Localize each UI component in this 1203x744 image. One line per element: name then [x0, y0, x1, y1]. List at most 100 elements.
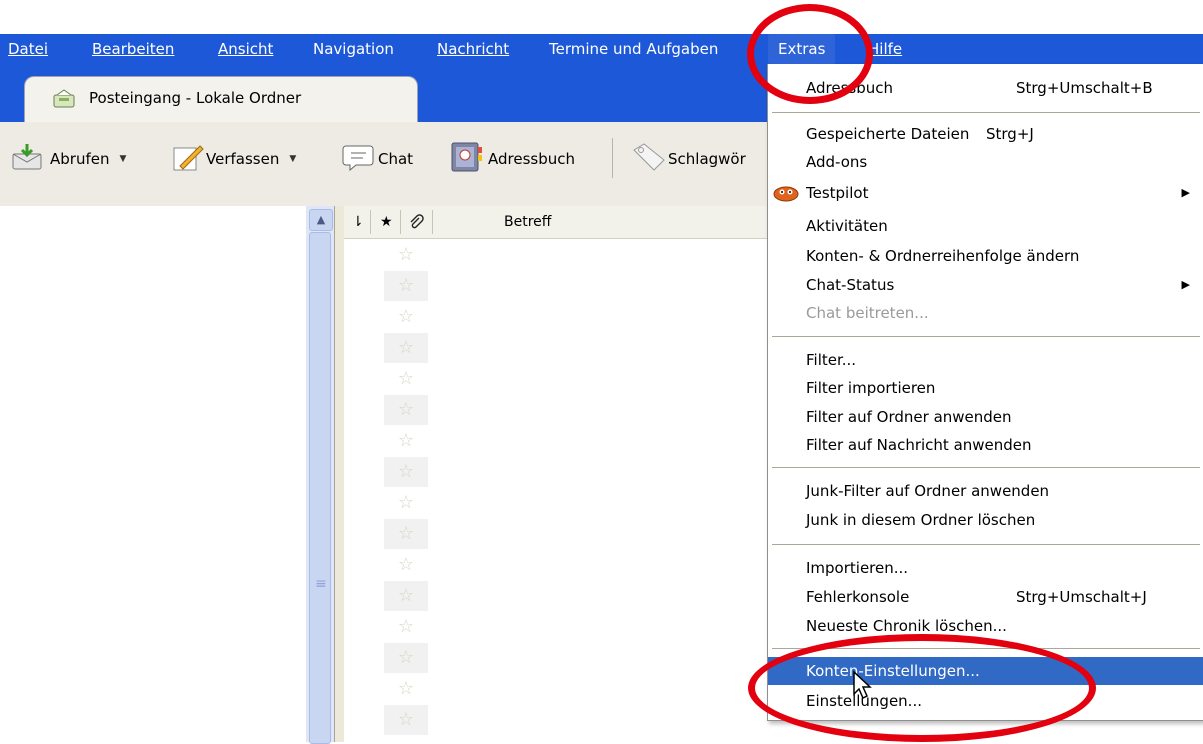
table-row[interactable]: ☆: [344, 674, 768, 704]
star-icon[interactable]: ☆: [384, 643, 428, 673]
menu-item-shortcut: Strg+J: [986, 125, 1034, 143]
menu-item-label: Add-ons: [806, 153, 868, 171]
table-row[interactable]: ☆: [344, 519, 768, 549]
address-book-button[interactable]: Adressbuch: [450, 142, 575, 176]
menu-item-add-ons[interactable]: Add-ons: [768, 148, 1203, 176]
menu-item-importieren[interactable]: Importieren...: [768, 554, 1203, 582]
star-icon[interactable]: ☆: [384, 426, 428, 456]
star-icon[interactable]: ☆: [384, 333, 428, 363]
star-icon[interactable]: ☆: [384, 581, 428, 611]
menu-bearbeiten[interactable]: Bearbeiten: [92, 34, 174, 64]
star-icon[interactable]: ☆: [384, 674, 428, 704]
menu-item-filter-auf-nachricht[interactable]: Filter auf Nachricht anwenden: [768, 431, 1203, 459]
menu-termine-und-aufgaben[interactable]: Termine und Aufgaben: [549, 34, 718, 64]
column-header: ⇂ ★ Betreff: [344, 206, 768, 239]
star-icon[interactable]: ☆: [384, 705, 428, 735]
get-messages-button[interactable]: Abrufen ▼: [10, 142, 126, 176]
tag-label: Schlagwör: [668, 150, 746, 168]
write-dropdown-icon[interactable]: ▼: [289, 154, 296, 164]
star-icon[interactable]: ☆: [384, 302, 428, 332]
table-row[interactable]: ☆: [344, 426, 768, 456]
chat-icon: [342, 142, 374, 176]
menu-navigation[interactable]: Navigation: [313, 34, 394, 64]
menu-ansicht[interactable]: Ansicht: [218, 34, 273, 64]
star-icon[interactable]: ☆: [384, 550, 428, 580]
menu-item-filter-auf-ordner[interactable]: Filter auf Ordner anwenden: [768, 403, 1203, 431]
menu-separator: [772, 544, 1200, 545]
write-icon: [170, 142, 204, 176]
menu-item-junk-loeschen[interactable]: Junk in diesem Ordner löschen: [768, 506, 1203, 534]
menu-item-shortcut: Strg+Umschalt+J: [1016, 588, 1147, 606]
menu-item-gespeicherte-dateien[interactable]: Gespeicherte Dateien Strg+J: [768, 120, 1203, 148]
submenu-arrow-icon: ▶: [1181, 278, 1190, 291]
menu-item-label: Filter auf Nachricht anwenden: [806, 436, 1032, 454]
menu-item-label: Chat beitreten...: [806, 304, 929, 322]
star-icon[interactable]: ☆: [384, 364, 428, 394]
menu-item-label: Junk-Filter auf Ordner anwenden: [806, 482, 1050, 500]
inbox-icon: [53, 89, 75, 113]
table-row[interactable]: ☆: [344, 271, 768, 301]
address-book-label: Adressbuch: [488, 150, 575, 168]
thread-pane: ⇂ ★ Betreff ☆ ☆ ☆ ☆ ☆ ☆ ☆ ☆ ☆ ☆ ☆ ☆ ☆ ☆ ☆ ☆: [344, 206, 768, 742]
menu-item-label: Testpilot: [806, 184, 869, 202]
menu-nachricht[interactable]: Nachricht: [437, 34, 509, 64]
table-row[interactable]: ☆: [344, 240, 768, 270]
menu-separator: [772, 467, 1200, 468]
menu-item-konten-ordnerreihenfolge[interactable]: Konten- & Ordnerreihenfolge ändern: [768, 242, 1203, 270]
menu-datei[interactable]: Datei: [8, 34, 48, 64]
menu-item-filter[interactable]: Filter...: [768, 346, 1203, 374]
menu-item-chronik-loeschen[interactable]: Neueste Chronik löschen...: [768, 612, 1203, 640]
submenu-arrow-icon: ▶: [1181, 186, 1190, 199]
menu-item-junk-filter[interactable]: Junk-Filter auf Ordner anwenden: [768, 477, 1203, 505]
star-icon[interactable]: ☆: [384, 457, 428, 487]
menu-hilfe[interactable]: Hilfe: [868, 34, 902, 64]
get-messages-label: Abrufen: [50, 150, 110, 168]
tag-button[interactable]: Schlagwör: [630, 142, 746, 176]
menubar: Datei Bearbeiten Ansicht Navigation Nach…: [0, 34, 1203, 64]
menu-separator: [772, 336, 1200, 337]
menu-item-chat-status[interactable]: Chat-Status ▶: [768, 271, 1203, 299]
menu-item-testpilot[interactable]: Testpilot ▶: [768, 179, 1203, 207]
menu-item-filter-importieren[interactable]: Filter importieren: [768, 374, 1203, 402]
scrollbar-thumb[interactable]: [309, 232, 331, 744]
menu-item-label: Gespeicherte Dateien: [806, 125, 970, 143]
menu-item-fehlerkonsole[interactable]: Fehlerkonsole Strg+Umschalt+J: [768, 583, 1203, 611]
extras-menu: Adressbuch Strg+Umschalt+B Gespeicherte …: [767, 64, 1203, 721]
star-icon[interactable]: ☆: [384, 395, 428, 425]
table-row[interactable]: ☆: [344, 395, 768, 425]
subject-column-header[interactable]: Betreff: [504, 206, 551, 238]
annotation-ellipse-konten: [748, 634, 1096, 742]
table-row[interactable]: ☆: [344, 364, 768, 394]
thread-column-icon[interactable]: ⇂: [352, 206, 364, 238]
table-row[interactable]: ☆: [344, 457, 768, 487]
chat-button[interactable]: Chat: [342, 142, 413, 176]
testpilot-icon: [772, 183, 800, 212]
star-column-icon[interactable]: ★: [380, 206, 393, 238]
get-messages-dropdown-icon[interactable]: ▼: [119, 154, 126, 164]
scroll-up-icon[interactable]: ▲: [309, 209, 333, 231]
menu-item-label: Konten- & Ordnerreihenfolge ändern: [806, 247, 1080, 265]
table-row[interactable]: ☆: [344, 705, 768, 735]
star-icon[interactable]: ☆: [384, 240, 428, 270]
menu-item-label: Filter auf Ordner anwenden: [806, 408, 1012, 426]
star-icon[interactable]: ☆: [384, 271, 428, 301]
star-icon[interactable]: ☆: [384, 519, 428, 549]
table-row[interactable]: ☆: [344, 581, 768, 611]
address-book-icon: [450, 141, 484, 177]
table-row[interactable]: ☆: [344, 612, 768, 642]
folder-scrollbar[interactable]: ▲ ≡: [306, 206, 334, 744]
star-icon[interactable]: ☆: [384, 612, 428, 642]
table-row[interactable]: ☆: [344, 302, 768, 332]
star-icon[interactable]: ☆: [384, 488, 428, 518]
menu-item-label: Chat-Status: [806, 276, 895, 294]
table-row[interactable]: ☆: [344, 643, 768, 673]
tab-posteingang[interactable]: Posteingang - Lokale Ordner: [24, 76, 418, 123]
menu-item-label: Importieren...: [806, 559, 909, 577]
write-button[interactable]: Verfassen ▼: [170, 142, 296, 176]
menu-item-aktivitaeten[interactable]: Aktivitäten: [768, 212, 1203, 240]
table-row[interactable]: ☆: [344, 333, 768, 363]
attachment-column-icon[interactable]: [408, 206, 424, 238]
write-label: Verfassen: [206, 150, 280, 168]
table-row[interactable]: ☆: [344, 488, 768, 518]
table-row[interactable]: ☆: [344, 550, 768, 580]
